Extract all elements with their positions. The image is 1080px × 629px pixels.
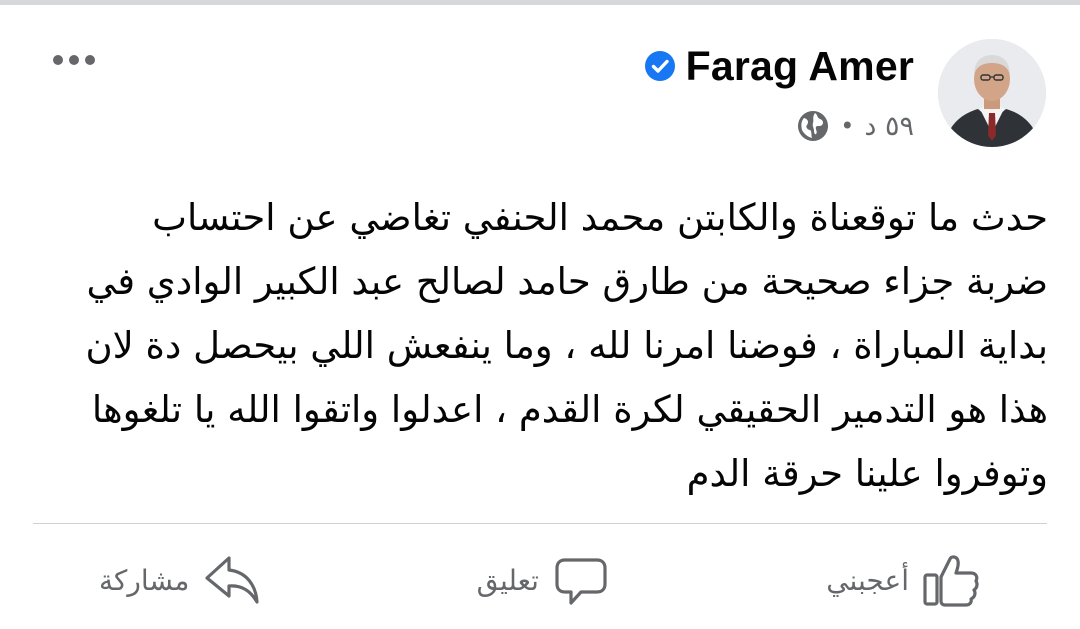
more-dot <box>69 55 79 65</box>
more-dot <box>53 55 63 65</box>
post-text-line: ضربة جزاء صحيحة من طارق حامد لصالح عبد ا… <box>86 260 1049 303</box>
post-actions: أعجبني تعليق مشاركة <box>33 540 1047 620</box>
meta-separator: • <box>840 112 855 140</box>
more-dot <box>85 55 95 65</box>
author-name[interactable]: Farag Amer <box>686 43 914 90</box>
post-meta: ٥٩ د • <box>796 104 914 148</box>
share-label: مشاركة <box>99 563 190 597</box>
more-options-icon[interactable] <box>44 42 104 78</box>
post-text: حدث ما توقعناة والكابتن محمد الحنفي تغاض… <box>40 186 1048 506</box>
post-text-line: وتوفروا علينا حرقة الدم <box>686 452 1048 495</box>
profile-photo <box>938 39 1046 147</box>
globe-icon[interactable] <box>796 109 830 143</box>
post-timestamp[interactable]: ٥٩ د <box>864 111 914 142</box>
comment-label: تعليق <box>476 563 539 597</box>
post-text-line: حدث ما توقعناة والكابتن محمد الحنفي تغاض… <box>152 196 1048 239</box>
comment-bubble-icon <box>555 558 607 605</box>
divider <box>33 523 1047 524</box>
post-text-line: بداية المباراة ، فوضنا امرنا لله ، وما ي… <box>85 324 1048 367</box>
verified-badge-icon <box>644 51 675 81</box>
avatar[interactable] <box>938 39 1046 147</box>
like-button[interactable]: أعجبني <box>826 545 981 615</box>
share-button[interactable]: مشاركة <box>99 545 261 615</box>
author-header: Farag Amer <box>644 40 914 92</box>
comment-button[interactable]: تعليق <box>477 545 611 615</box>
post-text-line: هذا هو التدمير الحقيقي لكرة القدم ، اعدل… <box>91 388 1048 431</box>
share-arrow-icon <box>205 556 259 604</box>
top-strip <box>0 0 1080 5</box>
like-label: أعجبني <box>826 563 909 597</box>
thumbs-up-icon <box>923 555 979 607</box>
